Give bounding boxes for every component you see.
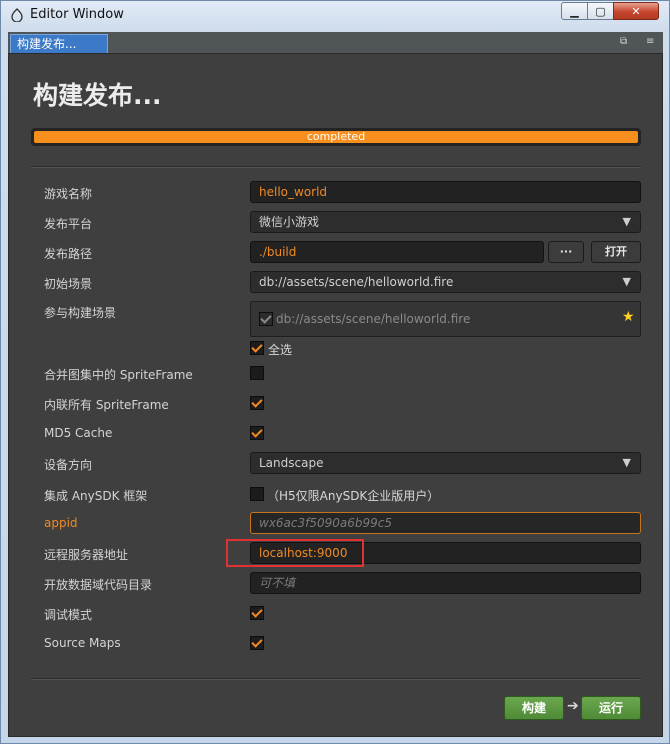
build-scenes-label: 参与构建场景 bbox=[44, 306, 117, 320]
title-bar[interactable]: Editor Window ▁ ▢ ✕ bbox=[1, 1, 669, 29]
tab-build-publish[interactable]: 构建发布... bbox=[10, 34, 108, 53]
inline-spriteframe-label: 内联所有 SpriteFrame bbox=[44, 398, 169, 412]
restore-panel-icon[interactable]: ⧉ bbox=[620, 36, 627, 47]
browse-button[interactable]: ··· bbox=[548, 241, 584, 263]
select-all-checkbox[interactable] bbox=[250, 341, 264, 355]
app-logo-icon bbox=[11, 8, 23, 22]
build-path-input[interactable]: ./build bbox=[250, 241, 544, 263]
start-scene-value: db://assets/scene/helloworld.fire bbox=[259, 275, 454, 289]
game-name-input[interactable]: hello_world bbox=[250, 181, 641, 203]
tab-bar: 构建发布... ⧉ ≡ bbox=[8, 32, 663, 53]
build-panel: 构建发布... completed 游戏名称 hello_world 发布平台 … bbox=[8, 53, 663, 737]
open-data-placeholder: 可不填 bbox=[259, 576, 296, 590]
md5-cache-checkbox[interactable] bbox=[250, 426, 264, 440]
dropdown-arrow-icon: ▼ bbox=[622, 456, 631, 469]
maximize-button[interactable]: ▢ bbox=[587, 2, 614, 20]
minimize-button[interactable]: ▁ bbox=[561, 2, 588, 20]
divider bbox=[31, 678, 641, 680]
close-button[interactable]: ✕ bbox=[613, 2, 659, 20]
run-button[interactable]: 运行 bbox=[581, 696, 641, 720]
inline-spriteframe-checkbox[interactable] bbox=[250, 396, 264, 410]
orientation-select[interactable]: Landscape ▼ bbox=[250, 452, 641, 474]
build-progress-bar: completed bbox=[31, 128, 641, 146]
appid-label: appid bbox=[44, 516, 78, 530]
start-scene-label: 初始场景 bbox=[44, 277, 93, 291]
appid-input[interactable]: wx6ac3f5090a6b99c5 bbox=[250, 512, 641, 534]
orientation-label: 设备方向 bbox=[44, 458, 93, 472]
appid-placeholder: wx6ac3f5090a6b99c5 bbox=[259, 516, 393, 530]
merge-spriteframe-label: 合并图集中的 SpriteFrame bbox=[44, 368, 193, 382]
panel-menu-icon[interactable]: ≡ bbox=[646, 36, 654, 47]
star-icon: ★ bbox=[622, 309, 635, 325]
source-maps-label: Source Maps bbox=[44, 636, 121, 650]
game-name-label: 游戏名称 bbox=[44, 187, 93, 201]
scene-item: db://assets/scene/helloworld.fire bbox=[276, 312, 471, 326]
debug-mode-label: 调试模式 bbox=[44, 608, 93, 622]
debug-mode-checkbox[interactable] bbox=[250, 606, 264, 620]
open-data-input[interactable]: 可不填 bbox=[250, 572, 641, 594]
highlight-box bbox=[226, 539, 364, 567]
divider bbox=[31, 166, 641, 168]
dropdown-arrow-icon: ▼ bbox=[622, 215, 631, 228]
progress-label: completed bbox=[306, 130, 366, 143]
source-maps-checkbox[interactable] bbox=[250, 636, 264, 650]
md5-cache-label: MD5 Cache bbox=[44, 426, 113, 440]
platform-label: 发布平台 bbox=[44, 217, 93, 231]
page-title: 构建发布... bbox=[33, 81, 162, 110]
remote-server-label: 远程服务器地址 bbox=[44, 548, 129, 562]
platform-value: 微信小游戏 bbox=[259, 215, 320, 229]
start-scene-select[interactable]: db://assets/scene/helloworld.fire ▼ bbox=[250, 271, 641, 293]
anysdk-checkbox[interactable] bbox=[250, 487, 264, 501]
select-all-label: 全选 bbox=[268, 343, 293, 357]
anysdk-label: 集成 AnySDK 框架 bbox=[44, 489, 148, 503]
window-title: Editor Window bbox=[30, 7, 124, 22]
editor-window: Editor Window ▁ ▢ ✕ 构建发布... ⧉ ≡ 构建发布... … bbox=[0, 0, 670, 744]
arrow-right-icon: ➔ bbox=[567, 698, 579, 714]
build-scenes-list: db://assets/scene/helloworld.fire bbox=[250, 301, 641, 337]
dropdown-arrow-icon: ▼ bbox=[622, 275, 631, 288]
build-path-label: 发布路径 bbox=[44, 247, 93, 261]
scene-checkbox[interactable] bbox=[259, 312, 273, 326]
orientation-value: Landscape bbox=[259, 456, 324, 470]
build-button[interactable]: 构建 bbox=[504, 696, 564, 720]
platform-select[interactable]: 微信小游戏 ▼ bbox=[250, 211, 641, 233]
anysdk-note: （H5仅限AnySDK企业版用户） bbox=[267, 489, 440, 503]
merge-spriteframe-checkbox[interactable] bbox=[250, 366, 264, 380]
open-folder-button[interactable]: 打开 bbox=[591, 241, 641, 263]
open-data-label: 开放数据域代码目录 bbox=[44, 578, 153, 592]
